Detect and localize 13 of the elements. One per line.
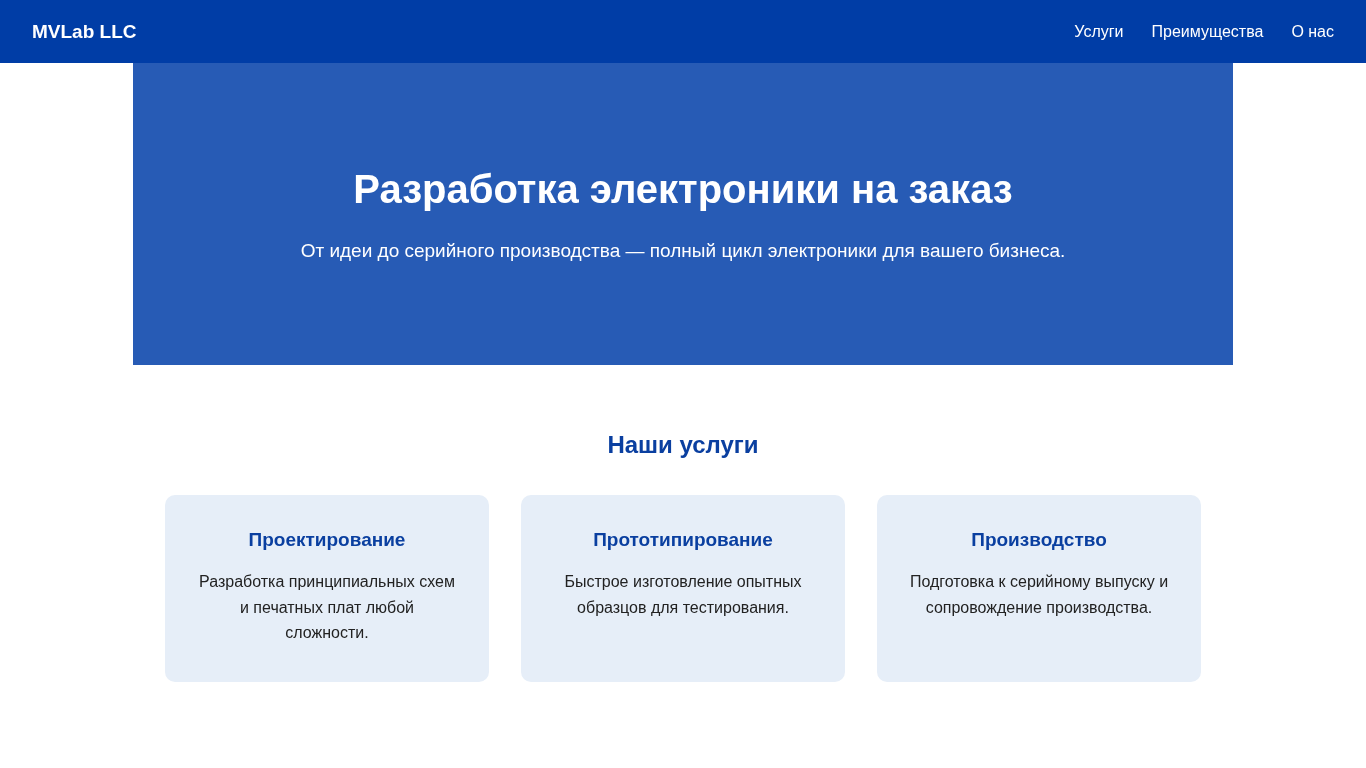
logo-text[interactable]: MVLab LLC — [32, 20, 137, 43]
card-text: Быстрое изготовление опытных образцов для тестирования. — [563, 572, 803, 618]
section-title: Наши услуги — [606, 431, 760, 459]
nav-link[interactable]: О нас — [1291, 22, 1334, 41]
nav-link[interactable]: Услуги — [1074, 22, 1124, 41]
card-title: Производство — [970, 529, 1108, 551]
card-text: Подготовка к серийному выпуску и сопровождение производства. — [909, 572, 1169, 618]
hero-title: Разработка электроники на заказ — [353, 166, 1013, 212]
card-text: Разработка принципиальных схем и печатных плат любой сложности. — [198, 572, 456, 643]
card-title: Прототипирование — [592, 529, 774, 551]
card-title: Проектирование — [247, 529, 407, 551]
hero-subtitle: От идеи до серийного производства — полный цикл электроники для вашего бизнеса. — [300, 239, 1066, 262]
nav-link[interactable]: Преимущества — [1151, 22, 1264, 41]
